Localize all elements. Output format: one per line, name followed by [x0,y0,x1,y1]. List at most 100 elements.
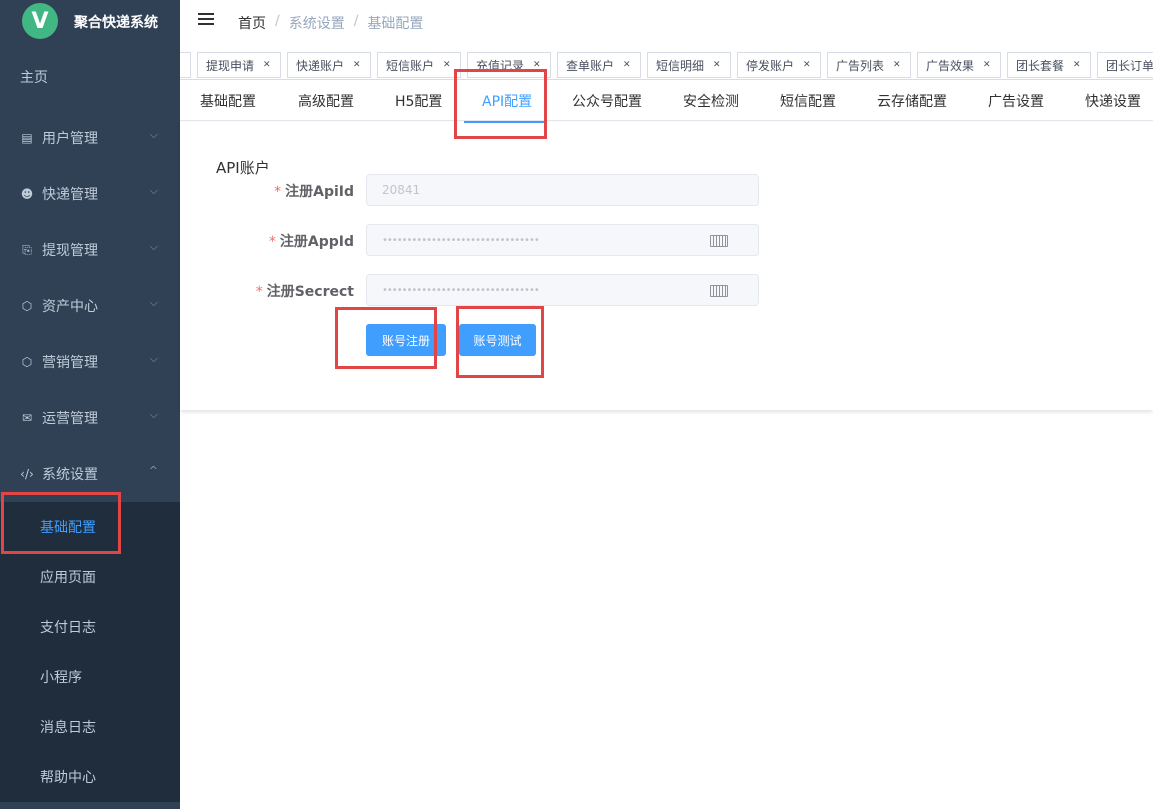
chevron-up-icon: ^ [148,464,158,477]
tab-cloud-storage-config[interactable]: 云存储配置 [877,84,947,120]
tag-item[interactable]: 广告效果 ✕ [917,52,1001,78]
breadcrumb-home[interactable]: 首页 [238,13,266,33]
tag-label: 查单账户 [566,58,615,73]
sidebar-item-label: 营销管理 [42,355,98,371]
tab-wechat-config[interactable]: 公众号配置 [572,84,642,120]
sidebar-item-label: 运营管理 [42,411,98,427]
chevron-down-icon: ⌵ [149,352,158,365]
close-icon[interactable]: ✕ [623,60,631,70]
submenu-item-help-center[interactable]: 帮助中心 [0,752,180,802]
highlight-box [335,307,437,369]
appid-value: •••••••••••••••••••••••••••••••• [382,234,540,246]
tag-item[interactable]: 广告列表 ✕ [827,52,911,78]
sidebar-item-label: 快递管理 [42,187,98,203]
cube-icon: ⬡ [21,355,33,369]
tag-item[interactable]: 短信明细 ✕ [647,52,731,78]
tab-advanced-config[interactable]: 高级配置 [298,84,354,120]
tag-item[interactable]: 短信账户 ✕ [377,52,461,78]
apiid-input[interactable]: 20841 [366,174,759,206]
tag-item-partial[interactable] [180,52,191,78]
breadcrumb: 首页 / 系统设置 / 基础配置 [238,13,423,33]
apiid-value: 20841 [382,183,421,197]
sidebar-item-withdraw[interactable]: ⎘ 提现管理 ⌵ [0,222,180,278]
tab-security-check[interactable]: 安全检测 [683,84,739,120]
tag-item[interactable]: 停发账户 ✕ [737,52,821,78]
chevron-down-icon: ⌵ [149,184,158,197]
courier-icon: ☻ [20,187,34,201]
field-label: * 注册ApiId [274,181,354,201]
list-icon: ▤ [21,131,33,145]
keyboard-icon[interactable] [710,285,728,297]
menu-fold-icon[interactable] [198,13,214,27]
close-icon[interactable]: ✕ [353,60,361,70]
logo: V 聚合快递系统 [0,0,180,44]
tab-courier-settings[interactable]: 快递设置 [1085,84,1141,120]
tag-label: 团长订单 [1106,58,1153,73]
sidebar: V 聚合快递系统 主页 ▤ 用户管理 ⌵ ☻ 快递管理 ⌵ ⎘ 提现管理 ⌵ ⬡… [0,0,180,809]
sidebar-item-courier[interactable]: ☻ 快递管理 ⌵ [0,166,180,222]
tab-h5-config[interactable]: H5配置 [395,84,442,120]
submenu-item-payment-log[interactable]: 支付日志 [0,602,180,652]
secret-input[interactable]: •••••••••••••••••••••••••••••••• [366,274,759,306]
tag-label: 短信明细 [656,58,705,73]
tag-item[interactable]: 团长订单 [1097,52,1153,78]
form-panel [180,122,1153,410]
sidebar-item-label: 提现管理 [42,243,98,259]
submenu-item-message-log[interactable]: 消息日志 [0,702,180,752]
highlight-box [1,492,121,554]
form-row-appid: * 注册AppId •••••••••••••••••••••••••••••••… [180,224,780,256]
appid-input[interactable]: •••••••••••••••••••••••••••••••• [366,224,759,256]
code-icon: ‹/› [20,467,34,481]
tab-sms-config[interactable]: 短信配置 [780,84,836,120]
topbar: 首页 / 系统设置 / 基础配置 [180,0,1153,44]
close-icon[interactable]: ✕ [713,60,721,70]
close-icon[interactable]: ✕ [803,60,811,70]
config-tabs: 基础配置 高级配置 H5配置 API配置 公众号配置 安全检测 短信配置 云存储… [180,84,1153,121]
tag-item[interactable]: 快递账户 ✕ [287,52,371,78]
cube-icon: ⬡ [21,299,33,313]
tab-ad-settings[interactable]: 广告设置 [988,84,1044,120]
sidebar-item-label: 系统设置 [42,467,98,483]
breadcrumb-separator: / [275,13,280,29]
submenu-item-app-pages[interactable]: 应用页面 [0,552,180,602]
sidebar-item-assets[interactable]: ⬡ 资产中心 ⌵ [0,278,180,334]
field-label: * 注册Secrect [256,281,354,301]
sidebar-item-home[interactable]: 主页 [0,44,180,110]
tab-basic-config[interactable]: 基础配置 [200,84,256,120]
breadcrumb-separator: / [353,13,359,29]
app-title: 聚合快递系统 [74,15,158,31]
tag-item[interactable]: 查单账户 ✕ [557,52,641,78]
sidebar-item-label: 用户管理 [42,131,98,147]
close-icon[interactable]: ✕ [1073,60,1081,70]
close-icon[interactable]: ✕ [893,60,901,70]
field-label: * 注册AppId [269,231,354,251]
tag-label: 广告列表 [836,58,885,73]
required-marker: * [268,234,276,250]
sidebar-item-users[interactable]: ▤ 用户管理 ⌵ [0,110,180,166]
required-marker: * [255,284,263,300]
tag-label: 短信账户 [386,58,435,73]
sidebar-item-operations[interactable]: ✉ 运营管理 ⌵ [0,390,180,446]
sidebar-item-marketing[interactable]: ⬡ 营销管理 ⌵ [0,334,180,390]
chevron-down-icon: ⌵ [149,296,158,309]
tags-view: 提现申请 ✕ 快递账户 ✕ 短信账户 ✕ 充值记录 ✕ 查单账户 ✕ 短信明细 ✕ 停发账户… [180,50,1153,80]
tag-label: 团长套餐 [1016,58,1065,73]
withdraw-icon: ⎘ [22,242,32,257]
sidebar-item-label: 主页 [20,70,48,86]
close-icon[interactable]: ✕ [443,60,451,70]
tag-item[interactable]: 提现申请 ✕ [197,52,281,78]
tag-item[interactable]: 团长套餐 ✕ [1007,52,1091,78]
field-label-text: 注册AppId [279,234,354,250]
tag-label: 停发账户 [746,58,795,73]
chevron-down-icon: ⌵ [149,240,158,253]
highlight-box [454,69,547,139]
tag-label: 广告效果 [926,58,975,73]
close-icon[interactable]: ✕ [263,60,271,70]
form-row-secret: * 注册Secrect •••••••••••••••••••••••••••••… [180,274,780,306]
breadcrumb-settings: 系统设置 [288,16,345,32]
logo-icon: V [22,3,58,39]
close-icon[interactable]: ✕ [983,60,991,70]
tag-label: 提现申请 [206,58,255,73]
keyboard-icon[interactable] [710,235,728,247]
submenu-item-mini-program[interactable]: 小程序 [0,652,180,702]
